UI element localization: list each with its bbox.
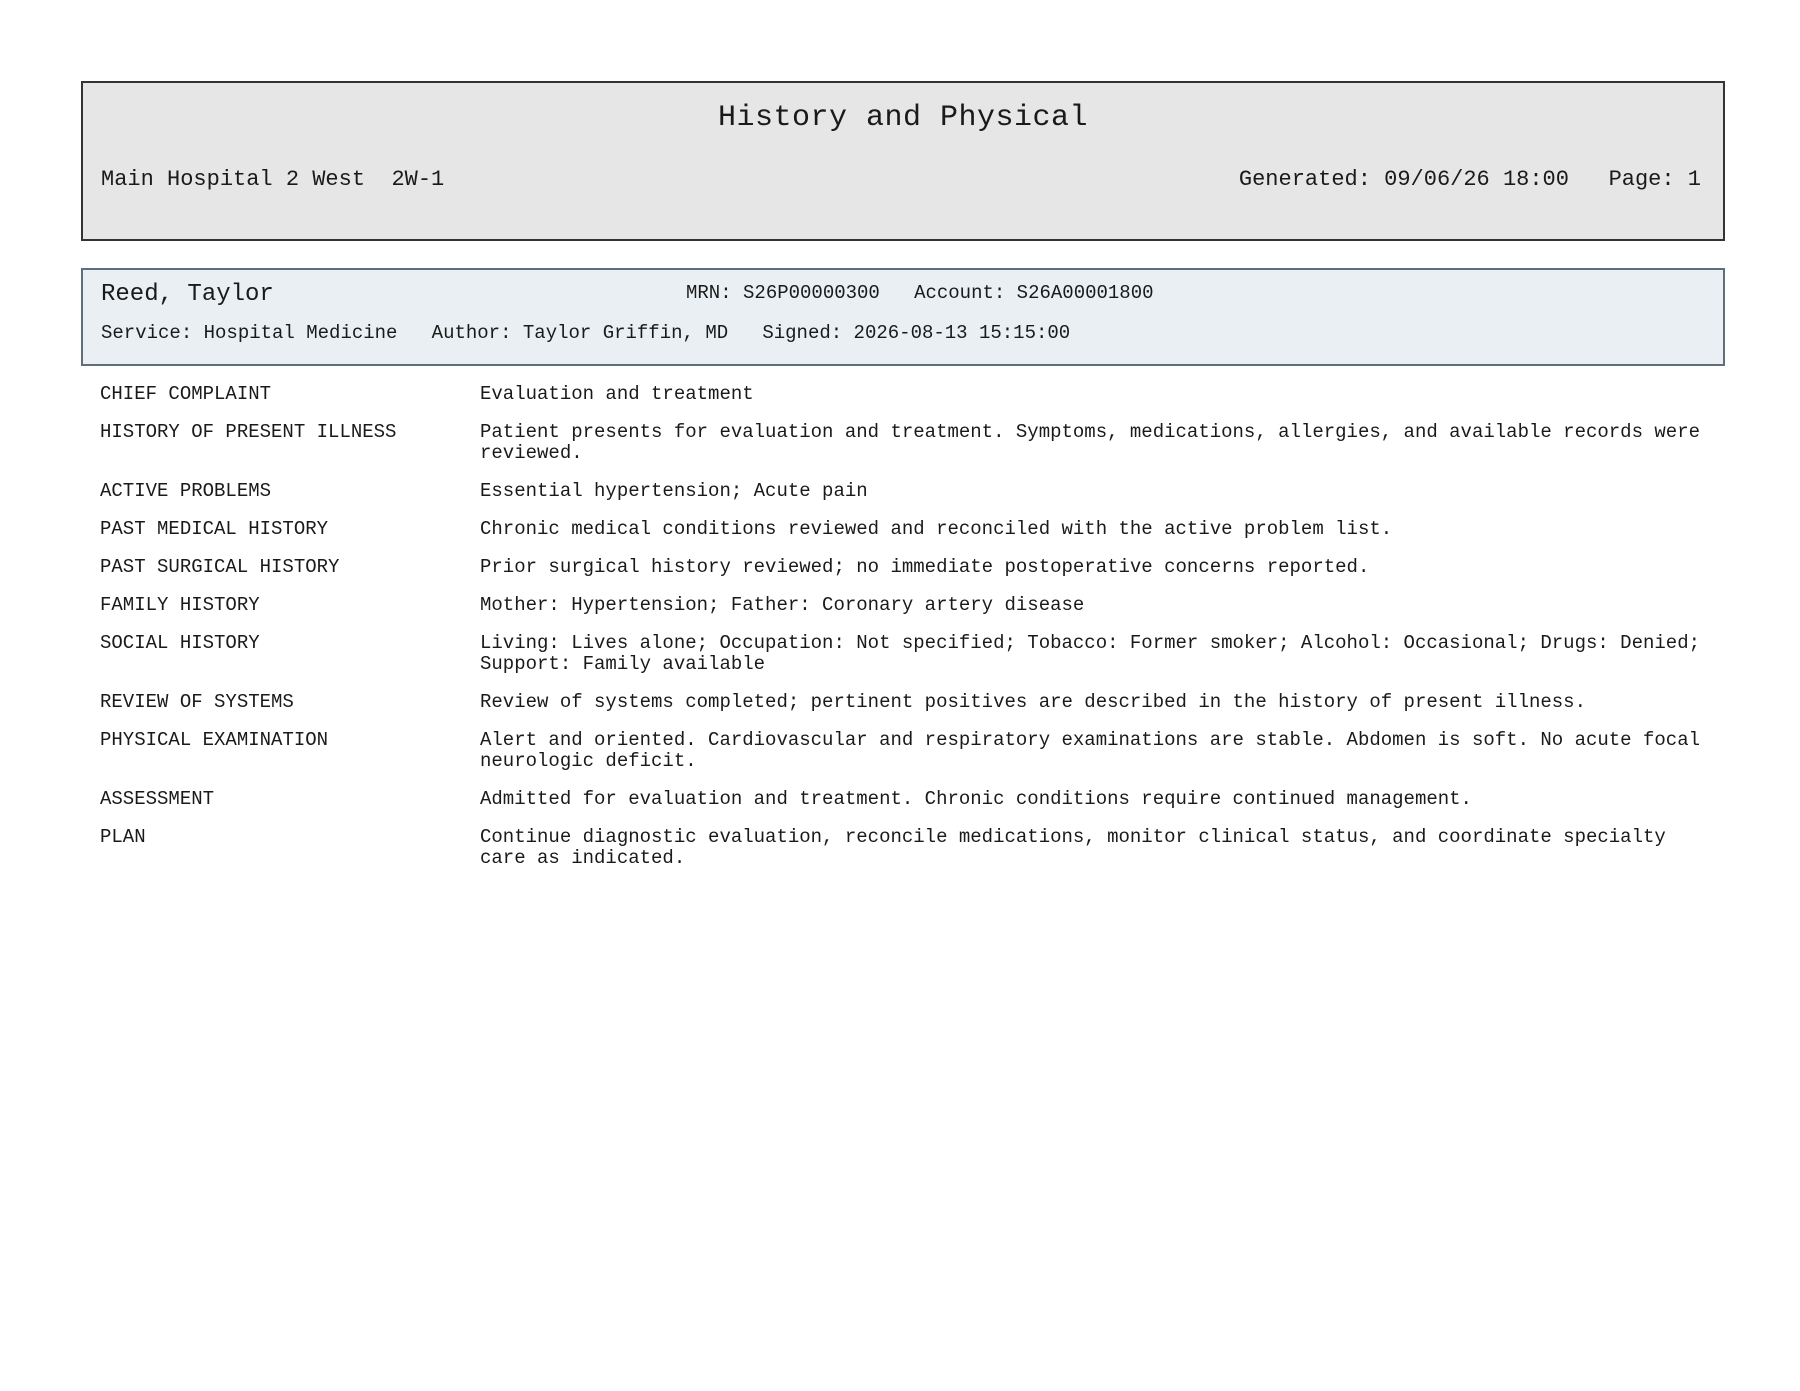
section-family-history: FAMILY HISTORY Mother: Hypertension; Fat… xyxy=(100,595,1720,616)
section-physical-examination: PHYSICAL EXAMINATION Alert and oriented.… xyxy=(100,730,1720,772)
section-history-of-present-illness: HISTORY OF PRESENT ILLNESS Patient prese… xyxy=(100,422,1720,464)
section-text: Alert and oriented. Cardiovascular and r… xyxy=(480,729,1700,772)
section-plan: PLAN Continue diagnostic evaluation, rec… xyxy=(100,827,1720,869)
section-past-medical-history: PAST MEDICAL HISTORY Chronic medical con… xyxy=(100,519,1720,540)
section-assessment: ASSESSMENT Admitted for evaluation and t… xyxy=(100,789,1720,810)
generated-timestamp: Generated: 09/06/26 18:00 xyxy=(1238,167,1569,192)
mrn: MRN: S26P00000300 xyxy=(686,282,880,304)
document-title: History and Physical xyxy=(717,101,1089,135)
section-label: PLAN xyxy=(100,826,146,848)
section-text: Living: Lives alone; Occupation: Not spe… xyxy=(480,632,1700,675)
patient-identifiers: MRN: S26P00000300 Account: S26A00001800 xyxy=(686,282,1154,304)
section-text: Admitted for evaluation and treatment. C… xyxy=(480,788,1472,810)
section-label: REVIEW OF SYSTEMS xyxy=(100,691,294,713)
section-text: Evaluation and treatment xyxy=(480,383,754,405)
note-metadata: Service: Hospital Medicine Author: Taylo… xyxy=(101,322,1070,344)
section-label: ASSESSMENT xyxy=(100,788,215,810)
unit-location: Main Hospital 2 West 2W-1 xyxy=(101,167,445,192)
service: Service: Hospital Medicine xyxy=(101,322,398,344)
signed-timestamp: Signed: 2026-08-13 15:15:00 xyxy=(762,322,1071,344)
section-text: Prior surgical history reviewed; no imme… xyxy=(480,556,1370,578)
section-text: Mother: Hypertension; Father: Coronary a… xyxy=(480,594,1085,616)
section-label: PHYSICAL EXAMINATION xyxy=(100,729,329,751)
page-number: Page: 1 xyxy=(1608,167,1701,192)
section-text: Review of systems completed; pertinent p… xyxy=(480,691,1586,713)
section-text: Continue diagnostic evaluation, reconcil… xyxy=(480,826,1666,869)
section-review-of-systems: REVIEW OF SYSTEMS Review of systems comp… xyxy=(100,692,1720,713)
patient-name: Reed, Taylor xyxy=(101,281,274,308)
account-number: Account: S26A00001800 xyxy=(914,282,1154,304)
note-sections: CHIEF COMPLAINT Evaluation and treatment… xyxy=(100,384,1720,886)
section-social-history: SOCIAL HISTORY Living: Lives alone; Occu… xyxy=(100,633,1720,675)
section-label: PAST SURGICAL HISTORY xyxy=(100,556,340,578)
generation-info: Generated: 09/06/26 18:00 Page: 1 xyxy=(1239,167,1701,192)
section-label: CHIEF COMPLAINT xyxy=(100,383,272,405)
section-past-surgical-history: PAST SURGICAL HISTORY Prior surgical his… xyxy=(100,557,1720,578)
section-label: HISTORY OF PRESENT ILLNESS xyxy=(100,421,397,443)
section-chief-complaint: CHIEF COMPLAINT Evaluation and treatment xyxy=(100,384,1720,405)
section-text: Chronic medical conditions reviewed and … xyxy=(480,518,1393,540)
section-active-problems: ACTIVE PROBLEMS Essential hypertension; … xyxy=(100,481,1720,502)
section-text: Patient presents for evaluation and trea… xyxy=(480,421,1700,464)
patient-banner: Reed, Taylor MRN: S26P00000300 Account: … xyxy=(81,268,1725,366)
section-label: PAST MEDICAL HISTORY xyxy=(100,518,329,540)
section-label: ACTIVE PROBLEMS xyxy=(100,480,272,502)
section-label: SOCIAL HISTORY xyxy=(100,632,260,654)
author: Author: Taylor Griffin, MD xyxy=(431,322,729,344)
section-label: FAMILY HISTORY xyxy=(100,594,260,616)
section-text: Essential hypertension; Acute pain xyxy=(480,480,868,502)
report-header: History and Physical Main Hospital 2 Wes… xyxy=(81,81,1725,241)
